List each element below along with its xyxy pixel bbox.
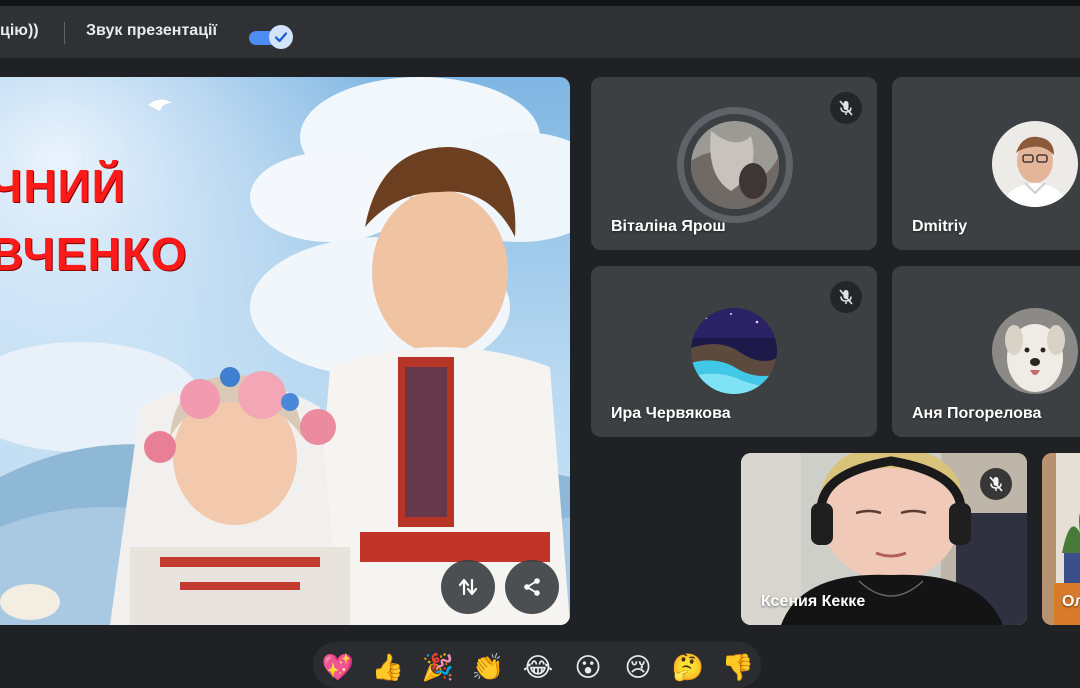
- participant-tile[interactable]: Ол: [1042, 453, 1080, 625]
- checkmark-icon: [269, 25, 293, 49]
- participant-name: Ксения Кекке: [761, 593, 866, 610]
- presentation-sound-toggle[interactable]: [249, 25, 295, 49]
- participant-name: Dmitriy: [912, 218, 968, 235]
- avatar: [691, 121, 779, 209]
- mic-off-icon: [830, 92, 862, 124]
- participant-name: Віталіна Ярош: [611, 218, 726, 235]
- reaction-surprised[interactable]: 😮: [570, 650, 606, 686]
- participant-name: Ира Червякова: [611, 405, 731, 422]
- participant-tile[interactable]: Dmitriy: [892, 77, 1080, 250]
- presentation-sound-label: Звук презентації: [86, 22, 217, 39]
- swap-vertical-icon: [458, 578, 478, 596]
- presentation-toolbar: цію)) Звук презентації: [0, 6, 1080, 58]
- reaction-sparkling-heart[interactable]: 💖: [320, 650, 356, 686]
- reaction-thinking[interactable]: 🤔: [670, 650, 706, 686]
- mic-off-icon: [980, 468, 1012, 500]
- toolbar-partial-text: цію)): [0, 22, 39, 39]
- participant-name: Ол: [1062, 593, 1080, 610]
- participant-name: Аня Погорелова: [912, 405, 1042, 422]
- reaction-thumbs-down[interactable]: 👎: [720, 650, 756, 686]
- share-icon: [524, 578, 540, 596]
- participant-tile[interactable]: Віталіна Ярош: [591, 77, 877, 250]
- reactions-bar: 💖 👍 🎉 👏 😂 😮 😢 🤔 👎: [313, 642, 761, 688]
- slide-title-line-2: ВЧЕНКО: [0, 228, 188, 280]
- reaction-laughing[interactable]: 😂: [520, 650, 556, 686]
- swap-layout-button[interactable]: [441, 560, 495, 614]
- reaction-crying[interactable]: 😢: [620, 650, 656, 686]
- slide-title-line-1: ЧНИЙ: [0, 160, 126, 212]
- participant-tile[interactable]: Аня Погорелова: [892, 266, 1080, 437]
- toolbar-divider: [64, 22, 65, 44]
- mic-off-icon: [830, 281, 862, 313]
- participant-tile[interactable]: Ира Червякова: [591, 266, 877, 437]
- avatar: [691, 308, 777, 394]
- reaction-thumbs-up[interactable]: 👍: [370, 650, 406, 686]
- reaction-clapping[interactable]: 👏: [470, 650, 506, 686]
- share-button[interactable]: [505, 560, 559, 614]
- avatar: [992, 308, 1078, 394]
- avatar: [992, 121, 1078, 207]
- participant-tile[interactable]: Ксения Кекке: [741, 453, 1027, 625]
- reaction-party-popper[interactable]: 🎉: [420, 650, 456, 686]
- shared-presentation[interactable]: ЧНИЙ ВЧЕНКО: [0, 77, 570, 625]
